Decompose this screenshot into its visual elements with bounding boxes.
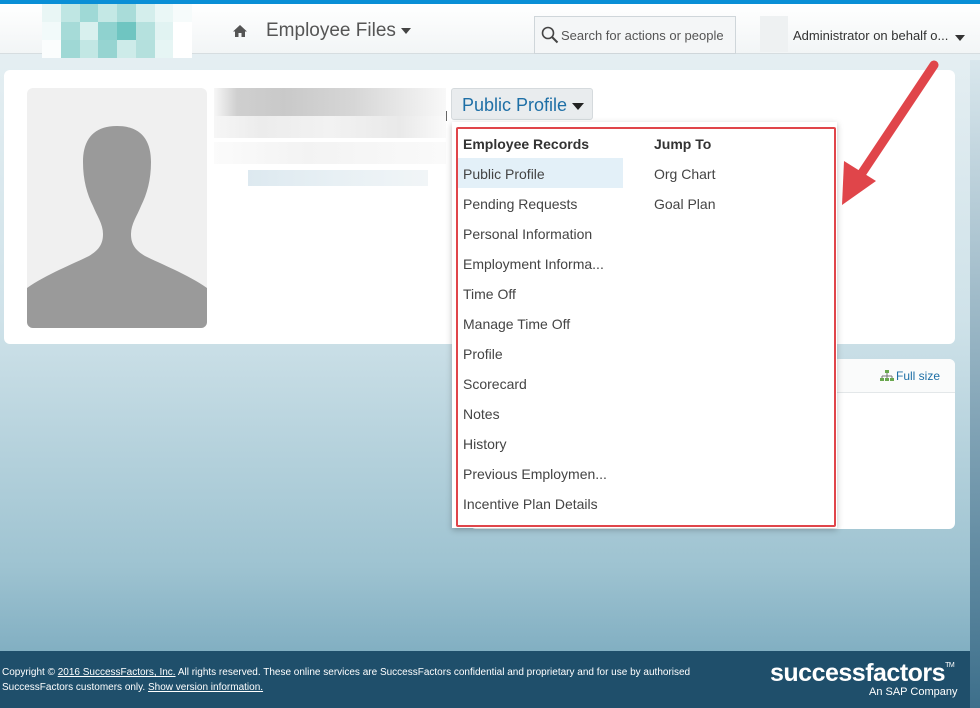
menu-item-public-profile[interactable]: Public Profile — [457, 158, 623, 188]
public-profile-view-button[interactable]: Public Profile — [451, 88, 593, 120]
module-title-label: Employee Files — [266, 20, 396, 41]
employee-name-redacted — [214, 80, 446, 186]
employee-records-column: Employee Records Public Profile Pending … — [457, 130, 623, 518]
footer-copyright: Copyright © 2016 SuccessFactors, Inc. Al… — [2, 667, 691, 693]
view-button-label: Public Profile — [462, 95, 568, 115]
user-menu-label[interactable]: Administrator on behalf o... — [793, 28, 948, 43]
annotation-arrow — [842, 60, 939, 205]
menu-item-incentive-plan-details[interactable]: Incentive Plan Details — [457, 488, 623, 518]
full-size-icon — [880, 370, 894, 381]
menu-item-scorecard[interactable]: Scorecard — [457, 368, 623, 398]
user-avatar[interactable] — [760, 16, 788, 52]
menu-item-manage-time-off[interactable]: Manage Time Off — [457, 308, 623, 338]
copyright-link[interactable]: 2016 SuccessFactors, Inc. — [58, 667, 176, 678]
successfactors-logo: successfactorsTM — [770, 659, 955, 687]
menu-item-personal-information[interactable]: Personal Information — [457, 218, 623, 248]
company-logo[interactable] — [42, 4, 192, 58]
menu-item-time-off[interactable]: Time Off — [457, 278, 623, 308]
window-edge — [970, 60, 980, 708]
module-switcher[interactable]: Employee Files — [266, 20, 411, 42]
menu-item-notes[interactable]: Notes — [457, 398, 623, 428]
menu-item-goal-plan[interactable]: Goal Plan — [648, 188, 798, 218]
menu-item-history[interactable]: History — [457, 428, 623, 458]
full-size-label: Full size — [896, 369, 941, 383]
chevron-down-icon[interactable] — [955, 35, 965, 41]
jump-to-column: Jump To Org Chart Goal Plan — [648, 130, 798, 218]
menu-item-pending-requests[interactable]: Pending Requests — [457, 188, 623, 218]
avatar-placeholder-icon — [27, 126, 207, 328]
menu-item-org-chart[interactable]: Org Chart — [648, 158, 798, 188]
profile-photo[interactable] — [27, 88, 207, 328]
search-box[interactable] — [534, 16, 736, 54]
jump-to-heading: Jump To — [654, 136, 712, 152]
version-info-link[interactable]: Show version information. — [148, 682, 263, 693]
full-size-link[interactable]: Full size — [880, 369, 940, 383]
search-icon — [541, 26, 559, 44]
menu-item-profile[interactable]: Profile — [457, 338, 623, 368]
menu-item-previous-employment[interactable]: Previous Employmen... — [457, 458, 623, 488]
sap-company-label: An SAP Company — [869, 686, 958, 698]
caret-down-icon — [572, 102, 585, 110]
chevron-down-icon — [400, 27, 411, 34]
menu-item-employment-information[interactable]: Employment Informa... — [457, 248, 623, 278]
top-navigation-bar: Employee Files Administrator on behalf o… — [0, 0, 980, 58]
home-icon[interactable] — [232, 24, 248, 38]
search-input[interactable] — [561, 26, 733, 44]
employee-records-heading: Employee Records — [463, 136, 590, 152]
